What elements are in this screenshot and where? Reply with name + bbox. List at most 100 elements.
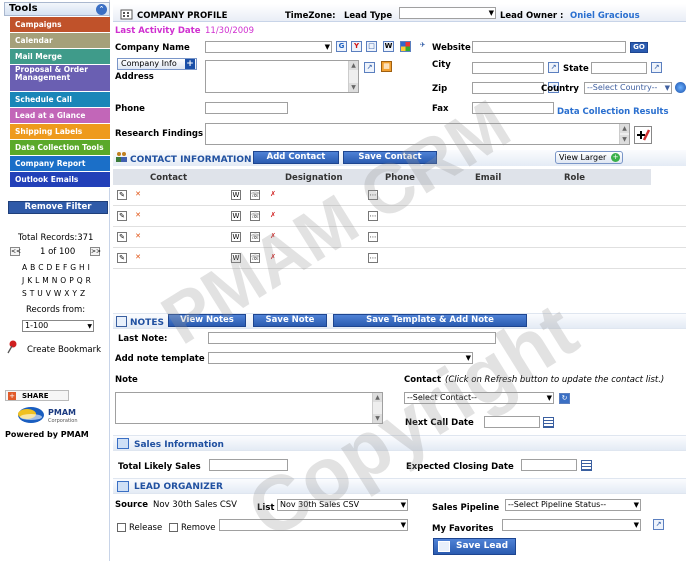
create-bookmark-link[interactable]: Create Bookmark [27,345,101,355]
share-button[interactable]: + SHARE [5,390,69,401]
save-lead-label: Save Lead [456,541,509,551]
lead-owner-label: Lead Owner : [500,11,564,21]
chevron-down-icon: ▼ [400,501,406,509]
sales-section-title: Sales Information [134,440,224,450]
delete-icon[interactable]: ✕ [133,253,143,263]
edit-icon[interactable]: ✎ [117,211,127,221]
sidebar-item-calendar[interactable]: Calendar [10,33,110,49]
remove-filter-button[interactable]: Remove Filter [8,201,108,214]
sidebar-item-schedule-call[interactable]: Schedule Call [10,92,110,108]
phone-label: Phone [115,104,145,114]
sidebar-item-campaigns[interactable]: Campaigns [10,17,110,33]
edit-icon[interactable]: ✎ [117,232,127,242]
popup-icon[interactable]: ↗ [548,62,559,73]
tools-header: Tools ⌃ [4,2,110,16]
city-input[interactable] [472,62,544,74]
document-icon[interactable]: □ [366,41,377,52]
view-larger-button[interactable]: View Larger + [555,151,623,164]
sales-icon [117,438,129,449]
chevron-down-icon: ▼ [400,521,406,529]
sidebar-item-proposal-order-management[interactable]: Proposal & Order Management [10,65,110,92]
phone-icon[interactable]: ☏ [250,211,260,221]
plane-icon[interactable]: ✈ [417,41,428,52]
popup-icon[interactable]: ↗ [651,62,662,73]
phone-icon[interactable]: ☏ [250,190,260,200]
chevron-down-icon: ▼ [633,501,639,509]
sidebar-item-data-collection-tools[interactable]: Data Collection Tools [10,140,110,156]
calendar-icon[interactable] [543,417,554,428]
scroll-down-icon[interactable]: ▼ [620,135,629,144]
popup-icon[interactable]: ↗ [653,519,664,530]
globe-icon[interactable] [675,82,686,93]
delete-icon[interactable]: ✕ [133,232,143,242]
company-name-input[interactable]: ▼ [205,41,332,53]
alpha-filter-row-3[interactable]: S T U V W X Y Z [22,289,85,298]
wikipedia-icon[interactable]: W [383,41,394,52]
next-page-button[interactable]: >> [90,247,101,256]
alpha-filter-row-1[interactable]: A B C D E F G H I [22,263,90,272]
google-search-icon[interactable]: G [336,41,347,52]
sales-pipeline-select[interactable]: --Select Pipeline Status-- ▼ [505,499,641,511]
notes-section-title: NOTES [130,318,164,328]
sidebar-item-company-report[interactable]: Company Report [10,156,110,172]
website-input[interactable] [472,41,626,53]
lead-type-select[interactable]: ▼ [399,7,496,19]
add-research-icon[interactable] [634,126,652,144]
last-note-label: Last Note: [118,334,168,344]
research-scrollbar[interactable]: ▲ ▼ [619,124,629,144]
collapse-icon[interactable]: ⌃ [96,4,107,15]
my-favorites-select[interactable]: ▼ [502,519,641,531]
wikipedia-icon[interactable]: W [231,211,241,221]
sidebar-item-mail-merge[interactable]: Mail Merge [10,49,110,65]
edit-icon[interactable]: ✎ [117,253,127,263]
alpha-filter-row-2[interactable]: J K L M N O P Q R [22,276,91,285]
google-maps-icon[interactable] [400,41,411,52]
address-textarea[interactable]: ▲ ▼ [205,60,359,93]
contact-row: ✎ ✕ W ☏ ✗ ⋯ [113,228,686,248]
building-map-icon[interactable]: ▦ [381,61,392,72]
phone-input[interactable] [205,102,288,114]
save-note-button[interactable]: Save Note [253,314,327,327]
yahoo-search-icon[interactable]: Y [351,41,362,52]
share-icon: + [8,392,16,400]
contact-section-title: CONTACT INFORMATION [130,155,252,165]
popup-icon[interactable]: ↗ [364,62,375,73]
delete-icon[interactable]: ✕ [133,190,143,200]
pushpin-icon[interactable] [6,340,18,354]
release-checkbox[interactable] [117,523,126,532]
scroll-down-icon[interactable]: ▼ [349,83,358,92]
chevron-down-icon: ▼ [546,394,552,402]
sidebar-item-shipping-labels[interactable]: Shipping Labels [10,124,110,140]
remove-checkbox[interactable] [169,523,178,532]
calendar-icon[interactable] [581,460,592,471]
remove-icon[interactable]: ✗ [268,190,278,200]
expected-closing-date-input[interactable] [521,459,577,471]
chevron-down-icon: ▼ [633,521,639,529]
more-options-icon[interactable]: ⋯ [368,253,378,263]
release-label: Release [129,523,163,533]
records-from-value: 1-100 [25,321,49,330]
add-contact-button[interactable]: Add Contact [253,151,339,164]
address-scrollbar[interactable]: ▲ ▼ [348,61,358,92]
powered-by: Powered by PMAM [5,430,89,439]
records-from-select[interactable]: 1-100 ▼ [22,320,94,332]
scroll-up-icon[interactable]: ▲ [349,61,358,70]
country-placeholder: --Select Country-- [587,83,658,92]
prev-page-button[interactable]: << [10,247,21,256]
wikipedia-icon[interactable]: W [231,190,241,200]
sidebar-item-outlook-emails[interactable]: Outlook Emails [10,172,110,188]
plus-icon: + [185,59,195,69]
scroll-up-icon[interactable]: ▲ [620,124,629,133]
save-lead-button[interactable]: Save Lead [433,538,516,555]
refresh-icon[interactable]: ↻ [559,393,570,404]
go-button[interactable]: GO [630,42,648,53]
sidebar-item-lead-at-a-glance[interactable]: Lead at a Glance [10,108,110,124]
delete-icon[interactable]: ✕ [133,211,143,221]
pmam-logo-text: PMAM [48,408,76,417]
edit-icon[interactable]: ✎ [117,190,127,200]
country-select[interactable]: --Select Country-- ▼ [584,82,672,94]
lead-owner-value[interactable]: Oniel Gracious [570,11,640,21]
company-info-button[interactable]: Company Info + [117,58,197,70]
data-collection-results-link[interactable]: Data Collection Results [557,107,669,117]
state-input[interactable] [591,62,647,74]
